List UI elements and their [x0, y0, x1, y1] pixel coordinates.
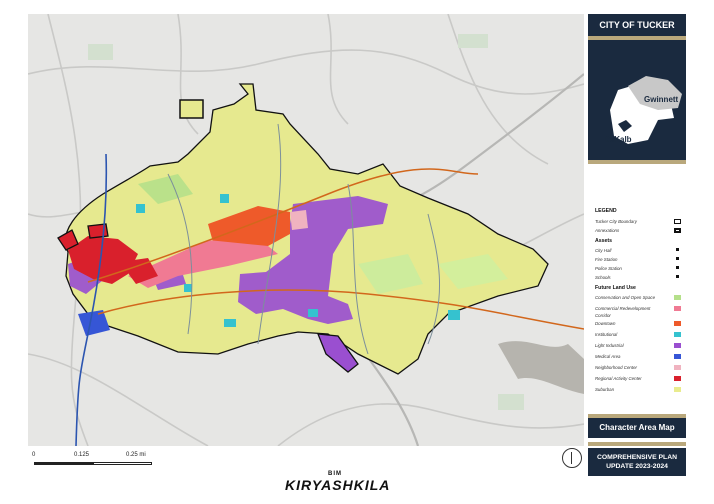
legend-heading: Assets: [595, 238, 613, 244]
legend-item: Tucker City Boundary: [595, 218, 681, 227]
legend: LEGEND Tucker City Boundary Annexations …: [588, 208, 686, 416]
legend-item: Conservation and Open Space: [595, 294, 681, 303]
legend-heading: LEGEND: [595, 208, 617, 214]
legend-item: Institutional: [595, 331, 681, 340]
scale-label: 0.25 mi: [126, 452, 146, 458]
side-panel: CITY OF TUCKER Gwinnett DeKalb LEGEND Tu…: [562, 14, 686, 476]
legend-swatch: [674, 332, 681, 337]
legend-item: City Hall: [595, 247, 681, 256]
legend-item: Suburban: [595, 386, 681, 395]
legend-item: Neighborhood Center: [595, 364, 681, 373]
divider: [588, 442, 686, 446]
scale-label: 0: [32, 452, 36, 458]
map-title: Character Area Map: [588, 418, 686, 438]
north-arrow-icon: [562, 448, 582, 468]
legend-swatch: [674, 343, 681, 348]
legend-heading: Future Land Use: [595, 285, 636, 291]
scale-label: 0.125: [74, 452, 90, 458]
legend-item: Commercial Redevelopment Corridor: [595, 305, 681, 318]
brand-logo: BIM KIRYASHKILA: [285, 471, 391, 493]
legend-item: Medical Area: [595, 353, 681, 362]
character-area-map[interactable]: [28, 14, 584, 446]
legend-swatch: [674, 354, 681, 359]
legend-swatch: [674, 365, 681, 370]
locator-label: Gwinnett: [644, 95, 679, 104]
legend-item: Annexations: [595, 227, 681, 236]
locator-map: Gwinnett DeKalb: [588, 40, 686, 160]
panel-title: CITY OF TUCKER: [588, 14, 686, 36]
divider: [588, 160, 686, 164]
locator-label: DeKalb: [604, 135, 632, 144]
legend-item: Schools: [595, 274, 681, 283]
legend-swatch: [674, 387, 681, 392]
legend-swatch: [674, 376, 681, 381]
plan-title: COMPREHENSIVE PLAN UPDATE 2023-2024: [588, 448, 686, 476]
legend-item: Police Station: [595, 265, 681, 274]
legend-swatch: [674, 321, 681, 326]
legend-item: Light Industrial: [595, 342, 681, 351]
scale-bar: 0 0.125 0.25 mi: [30, 452, 160, 466]
legend-item: Fire Station: [595, 256, 681, 265]
legend-swatch: [674, 295, 681, 300]
legend-swatch: [674, 306, 681, 311]
legend-item: Regional Activity Center: [595, 375, 681, 384]
legend-item: Downtown: [595, 320, 681, 329]
